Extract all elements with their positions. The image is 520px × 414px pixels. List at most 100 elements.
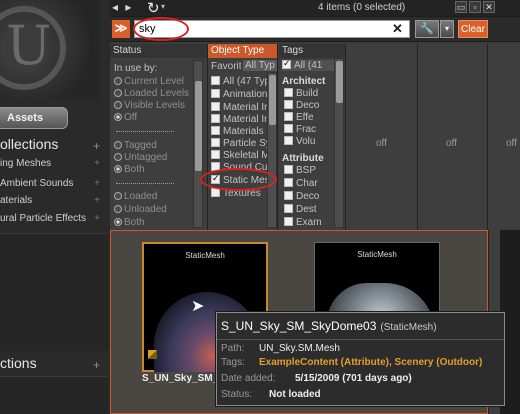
tooltip-divider [217,339,504,340]
radio-icon[interactable] [114,153,122,161]
checkbox-icon[interactable] [282,60,291,69]
plus-icon[interactable]: + [94,195,100,206]
radio-visible-levels[interactable]: Visible Levels [114,100,185,111]
radio-unloaded[interactable]: Unloaded [114,204,167,215]
radio-icon[interactable] [114,89,122,97]
tags-scrollbar[interactable] [334,58,344,228]
back-forward-icon[interactable]: ◂ ▸ [112,0,133,14]
refresh-icon[interactable]: ↻ [147,0,160,17]
checkbox-icon[interactable] [211,76,220,85]
checkbox-icon[interactable] [284,217,293,226]
checkbox-icon[interactable] [211,150,220,159]
tag-checkbox[interactable]: Build [284,88,332,99]
assets-button[interactable]: Assets [0,107,68,129]
radio-off[interactable]: Off [114,112,137,123]
collections-header[interactable]: ollections + [0,136,108,156]
tag-label: Build [296,88,319,99]
close-icon[interactable]: ✕ [483,1,495,13]
scroll-thumb[interactable] [336,61,343,103]
checkbox-icon[interactable] [284,88,293,97]
type-checkbox[interactable]: Materials [211,126,267,137]
clear-search-icon[interactable]: ✕ [392,21,403,37]
restore-icon[interactable]: ▭ [455,1,467,13]
tag-checkbox[interactable]: Effe [284,112,332,123]
type-checkbox[interactable]: Particle Syst [211,138,267,149]
radio-both-loaded[interactable]: Both [114,217,145,228]
checkbox-icon[interactable] [284,112,293,121]
radio-icon[interactable] [114,77,122,85]
tag-checkbox[interactable]: Dest [284,204,332,215]
type-checkbox[interactable]: Material Ins [211,102,267,113]
radio-icon[interactable] [114,113,122,121]
radio-icon[interactable] [114,192,122,200]
tag-checkbox[interactable]: BSP [284,165,332,176]
radio-current-level[interactable]: Current Level [114,76,184,87]
minimize-icon[interactable]: ▫ [469,1,481,13]
add-collection-icon[interactable]: + [93,358,100,372]
checkbox-icon[interactable] [211,138,220,147]
chevron-down-icon[interactable]: ▾ [161,2,165,11]
collection-item[interactable]: Ambient Sounds + [0,178,108,194]
radio-icon[interactable] [114,101,122,109]
radio-icon[interactable] [114,141,122,149]
checkbox-icon[interactable] [284,100,293,109]
clear-button[interactable]: Clear [458,20,488,38]
type-scrollbar[interactable] [267,72,277,228]
radio-loaded[interactable]: Loaded [114,191,157,202]
type-label: Particle Syst [223,138,267,149]
add-collection-icon[interactable]: + [93,139,100,153]
status-header[interactable]: Status [110,44,208,58]
collapse-filters-button[interactable]: ≫ [112,20,130,38]
checkbox-icon[interactable] [211,126,220,135]
empty-filter-column [418,44,488,230]
checkbox-icon[interactable] [211,89,220,98]
tag-checkbox[interactable]: Frac [284,124,332,135]
divider [116,183,174,184]
tag-checkbox[interactable]: Deco [284,191,332,202]
collection-item[interactable]: ing Meshes + [0,158,108,174]
type-checkbox[interactable]: Material Ins [211,114,267,125]
tab-all-types[interactable]: All Typ [243,60,277,71]
scroll-thumb[interactable] [195,81,202,171]
tag-checkbox[interactable]: Exam [284,217,332,228]
collections-title: ollections [0,136,59,152]
object-type-header[interactable]: Object Type [208,44,278,58]
empty-filter-column [488,44,520,230]
checkbox-icon[interactable] [284,191,293,200]
plus-icon[interactable]: + [94,158,100,169]
tag-checkbox[interactable]: Volu [284,136,332,147]
radio-untagged[interactable]: Untagged [114,152,167,163]
tag-checkbox[interactable]: Deco [284,100,332,111]
radio-tagged[interactable]: Tagged [114,140,157,151]
checkbox-icon[interactable] [284,136,293,145]
type-checkbox[interactable]: All (47 Type [211,76,267,87]
wrench-icon[interactable]: 🔧 [415,20,439,38]
type-checkbox[interactable]: Animation S [211,89,267,100]
plus-icon[interactable]: + [94,178,100,189]
checkbox-icon[interactable] [211,102,220,111]
checkbox-icon[interactable] [284,165,293,174]
checkbox-icon[interactable] [284,204,293,213]
radio-icon[interactable] [114,205,122,213]
tags-all[interactable]: All (41 [282,60,334,71]
tag-checkbox[interactable]: Char [284,178,332,189]
checkbox-icon[interactable] [284,178,293,187]
radio-both[interactable]: Both [114,164,145,175]
radio-loaded-levels[interactable]: Loaded Levels [114,88,189,99]
collection-item[interactable]: aterials + [0,195,108,211]
checkbox-icon[interactable] [211,114,220,123]
type-checkbox[interactable]: Skeletal Mes [211,150,267,161]
plus-icon[interactable]: + [94,213,100,224]
checkbox-icon[interactable] [284,124,293,133]
type-label: Material Ins [223,102,267,113]
scroll-thumb[interactable] [269,75,276,125]
radio-icon[interactable] [114,218,122,226]
status-scrollbar[interactable] [193,60,203,228]
radio-label: Current Level [124,76,185,87]
collection-item[interactable]: ural Particle Effects + [0,213,108,229]
tab-favorites[interactable]: Favorit [211,61,241,72]
radio-icon[interactable] [114,165,122,173]
collections-header-2[interactable]: ctions + [0,355,108,375]
chevron-down-icon[interactable]: ▾ [440,20,454,38]
tags-header[interactable]: Tags [279,44,346,58]
